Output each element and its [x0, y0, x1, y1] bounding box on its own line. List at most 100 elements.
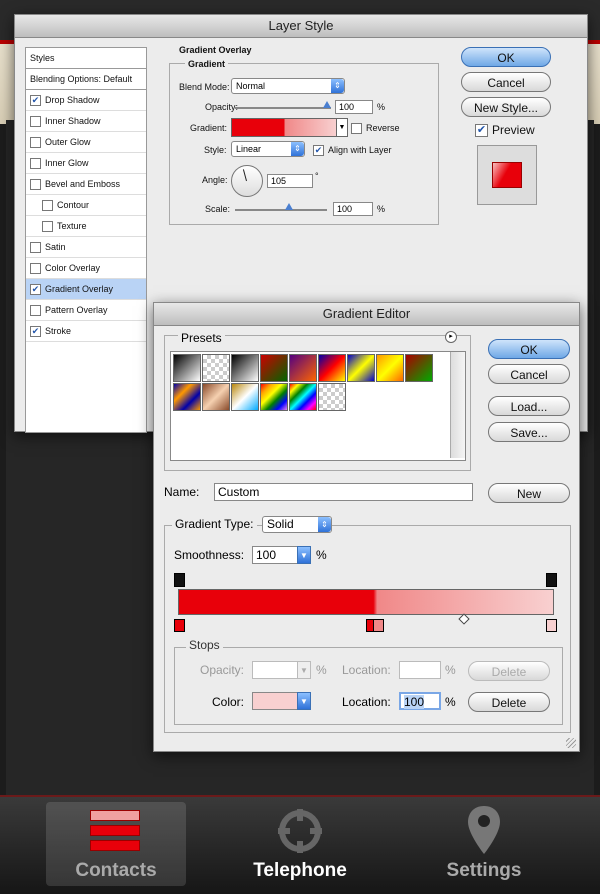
color-stop[interactable] [373, 619, 384, 632]
cancel-button[interactable]: Cancel [461, 72, 551, 92]
preset-swatch[interactable] [231, 383, 259, 411]
styles-list-item[interactable]: Satin [26, 237, 146, 258]
tab-label: Contacts [75, 860, 157, 881]
checkbox-icon[interactable]: ✔ [30, 95, 41, 107]
ok-button[interactable]: OK [488, 339, 570, 359]
checkbox-icon[interactable] [30, 179, 41, 191]
checkbox-icon[interactable] [30, 263, 41, 275]
checkbox-icon[interactable]: ✔ [30, 326, 41, 338]
stops-group [174, 647, 563, 725]
preset-swatch[interactable] [289, 354, 317, 382]
styles-list-label: Contour [57, 200, 90, 210]
presets-menu-icon[interactable]: ▸ [445, 331, 457, 343]
styles-list-item[interactable]: Outer Glow [26, 132, 146, 153]
align-with-layer-checkbox[interactable]: ✔ Align with Layer [313, 145, 392, 157]
preset-swatch[interactable] [202, 354, 230, 382]
load-button[interactable]: Load... [488, 396, 570, 416]
group-title: Gradient [185, 59, 229, 69]
scale-slider-knob[interactable] [285, 203, 293, 210]
save-button[interactable]: Save... [488, 422, 570, 442]
scale-slider[interactable] [235, 209, 327, 211]
preset-swatch[interactable] [260, 383, 288, 411]
opacity-delete-button: Delete [468, 661, 550, 681]
updown-icon: ⇕ [331, 79, 344, 93]
preset-swatch[interactable] [376, 354, 404, 382]
preset-swatch[interactable] [231, 354, 259, 382]
styles-list-item[interactable]: Contour [26, 195, 146, 216]
checkbox-icon[interactable] [42, 200, 53, 212]
color-delete-button[interactable]: Delete [468, 692, 550, 712]
checkbox-icon[interactable] [30, 137, 41, 149]
percent-label: % [445, 695, 456, 709]
blend-mode-select[interactable]: Normal ⇕ [231, 78, 345, 94]
preset-swatch[interactable] [318, 383, 346, 411]
gradient-type-select[interactable]: Solid ⇕ [262, 516, 332, 533]
smoothness-field[interactable]: 100 [252, 546, 298, 564]
resize-grip[interactable] [566, 738, 576, 748]
presets-scrollbar[interactable] [450, 352, 465, 458]
styles-list-item[interactable]: Texture [26, 216, 146, 237]
presets-label: Presets [178, 331, 225, 345]
preset-swatch[interactable] [347, 354, 375, 382]
ok-button[interactable]: OK [461, 47, 551, 67]
opacity-stop-left[interactable] [174, 573, 185, 587]
preview-checkbox[interactable]: ✔ Preview [475, 123, 535, 138]
checkbox-icon[interactable] [30, 158, 41, 170]
presets-grid [170, 351, 466, 461]
styles-list-item[interactable]: Styles [26, 48, 146, 69]
styles-list-item[interactable]: Bevel and Emboss [26, 174, 146, 195]
preset-swatch[interactable] [173, 354, 201, 382]
opacity-slider[interactable] [235, 107, 331, 109]
styles-list-label: Stroke [45, 326, 72, 336]
styles-list-item[interactable]: Inner Shadow [26, 111, 146, 132]
preset-swatch[interactable] [173, 383, 201, 411]
opacity-slider-knob[interactable] [323, 101, 331, 108]
reverse-checkbox[interactable]: Reverse [351, 123, 400, 135]
styles-list-label: Outer Glow [45, 137, 91, 147]
cancel-button[interactable]: Cancel [488, 364, 570, 384]
color-location-field[interactable]: 100 [399, 692, 441, 710]
checkbox-icon[interactable] [42, 221, 53, 233]
tab-contacts[interactable]: Contacts [46, 802, 186, 886]
chevron-down-icon[interactable]: ▼ [297, 546, 311, 564]
gradient-dropdown-arrow[interactable]: ▼ [336, 118, 348, 137]
gradient-type-label: Gradient Type: [172, 517, 257, 531]
scale-field[interactable]: 100 [333, 202, 373, 216]
angle-needle [242, 169, 247, 182]
new-style-button[interactable]: New Style... [461, 97, 551, 117]
angle-field[interactable]: 105 [267, 174, 313, 188]
style-select[interactable]: Linear ⇕ [231, 141, 305, 157]
checkbox-icon[interactable] [30, 242, 41, 254]
color-swatch[interactable] [252, 692, 298, 710]
styles-list-item[interactable]: Inner Glow [26, 153, 146, 174]
preset-swatch[interactable] [202, 383, 230, 411]
opacity-stop-right[interactable] [546, 573, 557, 587]
preset-swatch[interactable] [318, 354, 346, 382]
preset-swatch[interactable] [405, 354, 433, 382]
preset-swatch[interactable] [260, 354, 288, 382]
opacity-field[interactable]: 100 [335, 100, 373, 114]
gradient-swatch[interactable] [231, 118, 337, 137]
opacity-field [252, 661, 298, 679]
styles-list-item[interactable]: Blending Options: Default [26, 69, 146, 90]
tab-telephone[interactable]: Telephone [230, 802, 370, 886]
new-button[interactable]: New [488, 483, 570, 503]
styles-list-item[interactable]: ✔ Drop Shadow [26, 90, 146, 111]
checkbox-icon[interactable] [30, 116, 41, 128]
styles-list-item[interactable]: Color Overlay [26, 258, 146, 279]
section-title: Gradient Overlay [179, 45, 252, 55]
styles-list-item[interactable]: ✔ Gradient Overlay [26, 279, 146, 300]
angle-dial[interactable] [231, 165, 263, 197]
checkbox-icon[interactable]: ✔ [30, 284, 41, 296]
tab-settings[interactable]: Settings [414, 802, 554, 886]
name-field[interactable]: Custom [214, 483, 473, 501]
gradient-preview-bar[interactable] [178, 589, 554, 615]
styles-list-item[interactable]: ✔ Stroke [26, 321, 146, 342]
color-stop[interactable] [546, 619, 557, 632]
styles-list-label: Blending Options: Default [30, 74, 133, 84]
styles-list-item[interactable]: Pattern Overlay [26, 300, 146, 321]
color-stop[interactable] [174, 619, 185, 632]
chevron-down-icon[interactable]: ▼ [297, 692, 311, 710]
preset-swatch[interactable] [289, 383, 317, 411]
checkbox-icon[interactable] [30, 305, 41, 317]
